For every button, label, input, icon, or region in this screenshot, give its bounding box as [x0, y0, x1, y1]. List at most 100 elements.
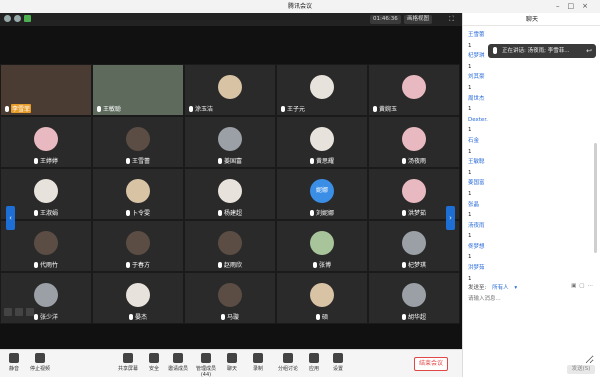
chat-sender[interactable]: 佟梦想 [468, 242, 586, 253]
participant-tile[interactable]: 姜国富 [184, 116, 276, 168]
chat-sender[interactable]: 汤夜雨 [468, 221, 586, 232]
participant-tile[interactable]: 黄婉玉 [368, 64, 460, 116]
participant-tile[interactable]: 妮娜 刘妮娜 [276, 168, 368, 220]
avatar [402, 231, 426, 255]
dismiss-icon[interactable]: ↩ [586, 44, 592, 58]
chat-input[interactable] [468, 294, 594, 364]
participant-tile[interactable]: 卜令雯 [92, 168, 184, 220]
chat-message-text: 1 [468, 233, 472, 240]
chat-sender[interactable]: 王雪蕾 [468, 30, 586, 41]
toolbar-button-chat[interactable]: 聊天 [220, 353, 244, 372]
chat-message-text: 1 [468, 106, 472, 113]
toolbar-button-apps[interactable]: 应用 [302, 353, 326, 372]
participant-tile[interactable]: 马璇 [184, 272, 276, 324]
toolbar-button-share-screen[interactable]: 共享屏幕 [116, 353, 140, 372]
participant-tile[interactable]: 于春方 [92, 220, 184, 272]
chat-sender[interactable]: 王敏聪 [468, 157, 586, 168]
mic-muted-icon [309, 209, 314, 216]
send-to-label: 发送至: [468, 285, 487, 291]
close-icon[interactable]: × [582, 2, 596, 10]
participant-name-row: 硕 [315, 312, 328, 321]
participant-tile[interactable]: 张少洋 [0, 272, 92, 324]
toolbar-button-members[interactable]: 管理成员(44) [194, 353, 218, 377]
microphone-icon [493, 47, 497, 54]
participant-tile[interactable]: 王敏聪 [92, 64, 184, 116]
chat-sender[interactable]: 周世杰 [468, 94, 586, 105]
chat-icon [227, 353, 237, 363]
chevron-down-icon[interactable]: ▾ [513, 285, 517, 291]
mic-muted-icon [401, 157, 406, 164]
send-button[interactable]: 发送(S) [567, 365, 595, 374]
participant-tile[interactable]: 张博 [276, 220, 368, 272]
participant-tile[interactable]: 涂玉洁 [184, 64, 276, 116]
participant-name: 李雪菲 [11, 104, 32, 113]
toolbar-button-shield[interactable]: 安全 [142, 353, 166, 372]
mic-muted-icon [33, 313, 38, 320]
record-icon [253, 353, 263, 363]
members-icon [201, 353, 211, 363]
mic-muted-icon [189, 105, 193, 112]
send-to-row: 发送至: 所有人 ▾ ▣▢⋯ [468, 283, 596, 293]
participant-name-row: 汤夜雨 [401, 156, 427, 165]
toolbar-button-microphone[interactable]: 静音 [2, 353, 26, 372]
mic-muted-icon [217, 209, 222, 216]
participant-name-row: 张博 [312, 260, 331, 269]
more-icon[interactable]: ⋯ [588, 283, 597, 289]
grid-row: 代雨竹 于春方 赵雨欣 张博 杞梦琪 [0, 220, 462, 272]
participant-tile[interactable]: 赵雨欣 [184, 220, 276, 272]
participant-tile[interactable]: 硕 [276, 272, 368, 324]
apps-icon [309, 353, 319, 363]
chat-scrollbar[interactable] [594, 143, 597, 253]
info-icon[interactable] [4, 15, 11, 22]
chat-sender[interactable]: 石金 [468, 136, 586, 147]
avatar [34, 283, 58, 307]
grid-icon[interactable] [15, 308, 23, 316]
toolbar-button-record[interactable]: 录制 [246, 353, 270, 372]
participant-tile[interactable]: 李雪菲 [0, 64, 92, 116]
header-icons [4, 15, 31, 22]
chat-sender[interactable]: 刘其豪 [468, 72, 586, 83]
participant-name: 汤夜雨 [407, 158, 427, 165]
expand-icon[interactable]: ⛶ [449, 15, 454, 24]
end-meeting-button[interactable]: 结束会议 [414, 357, 448, 371]
maximize-icon[interactable]: □ [568, 2, 583, 10]
toolbar-button-settings[interactable]: 设置 [326, 353, 350, 372]
send-to-select[interactable]: 所有人 [492, 285, 509, 291]
participant-tile[interactable]: 王婷婷 [0, 116, 92, 168]
participant-tile[interactable]: 杨建超 [184, 168, 276, 220]
chat-sender[interactable]: 姜国富 [468, 178, 586, 189]
shield-icon[interactable] [14, 15, 21, 22]
minimize-icon[interactable]: – [556, 2, 568, 10]
avatar [218, 127, 242, 151]
participant-name-row: 王子元 [281, 104, 305, 113]
participant-tile[interactable]: 晏杰 [92, 272, 184, 324]
mic-muted-icon [217, 157, 222, 164]
participant-tile[interactable]: 王雪蕾 [92, 116, 184, 168]
grid-row: 张少洋 晏杰 马璇 硕 胡华超 [0, 272, 462, 324]
next-page-button[interactable]: › [446, 206, 455, 230]
participant-name: 代雨竹 [39, 262, 59, 269]
toolbar-button-breakout[interactable]: 分组讨论 [276, 353, 300, 372]
mic-muted-icon [125, 209, 130, 216]
view-mode-button[interactable]: 画格视图 [404, 15, 433, 24]
toolbar-button-invite[interactable]: 邀请成员 [166, 353, 190, 372]
speaking-text: 正在讲话: 汤夜雨; 李雪菲... [502, 48, 570, 54]
collapse-icon[interactable] [26, 308, 34, 316]
chat-message-text: 1 [468, 169, 472, 176]
signal-icon[interactable] [24, 15, 31, 22]
chat-sender[interactable]: 洪梦茹 [468, 263, 586, 274]
mini-tools [4, 308, 34, 316]
participant-tile[interactable]: 胡华超 [368, 272, 460, 324]
participant-tile[interactable]: 王子元 [276, 64, 368, 116]
message-icon[interactable] [4, 308, 12, 316]
toolbar-button-video-camera[interactable]: 停止视频 [28, 353, 52, 372]
meeting-window: 腾讯会议 –□× 01:46:36 画格视图 ⛶ 李雪菲 王敏聪 涂玉洁 王子元 黄婉玉… [0, 0, 600, 377]
chat-sender[interactable]: 张晶 [468, 200, 586, 211]
participant-name: 刘妮娜 [315, 210, 335, 217]
file-icon[interactable]: ▢ [579, 283, 587, 289]
chat-sender[interactable]: Dexter. [468, 115, 586, 126]
prev-page-button[interactable]: ‹ [6, 206, 15, 230]
participant-tile[interactable]: 黄思耀 [276, 116, 368, 168]
toolbar-label: 分组讨论 [277, 366, 298, 372]
participant-tile[interactable]: 汤夜雨 [368, 116, 460, 168]
